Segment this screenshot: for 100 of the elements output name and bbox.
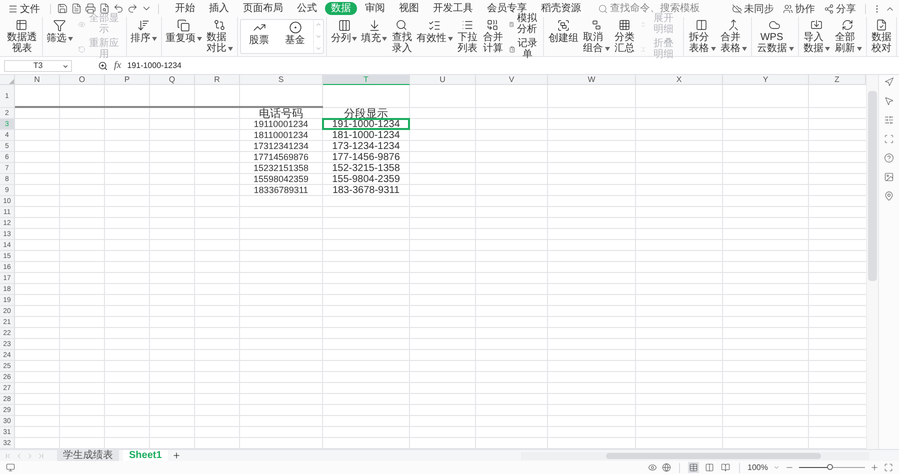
search-field[interactable]: 查找命令、搜索模板	[610, 3, 708, 14]
globe-icon[interactable]	[662, 463, 671, 472]
file-search-icon[interactable]	[99, 3, 110, 14]
toolbar-action[interactable]: 协作	[780, 2, 818, 16]
import-icon[interactable]	[810, 19, 823, 31]
ribbon-button[interactable]: 合并计算	[480, 18, 506, 55]
ribbon-button[interactable]: 填充	[359, 18, 390, 55]
fullscreen-icon[interactable]	[884, 463, 893, 472]
help-icon[interactable]	[884, 153, 894, 163]
merge-icon[interactable]	[726, 19, 740, 31]
toolbar-action[interactable]: 分享	[821, 2, 859, 16]
clipboard-icon[interactable]	[508, 44, 516, 54]
formula-field[interactable]: 191-1000-1234	[127, 60, 895, 72]
column-header[interactable]: Z	[809, 75, 866, 85]
ribbon-button[interactable]: 导入数据	[800, 18, 832, 55]
ribbon-button[interactable]: 拆分表格	[686, 18, 718, 55]
cloud-icon[interactable]	[732, 4, 742, 14]
ribbon-small-button[interactable]: 模拟分析	[508, 13, 538, 35]
vertical-scrollbar[interactable]	[866, 75, 878, 449]
ribbon-button[interactable]: 合并表格	[718, 18, 749, 55]
menu-icon[interactable]	[8, 4, 18, 14]
combine-icon[interactable]	[486, 19, 500, 31]
ribbon-button[interactable]: 重复项	[164, 18, 204, 55]
refresh-icon[interactable]	[841, 19, 854, 31]
funnel-icon[interactable]	[53, 19, 66, 32]
ungroup-icon[interactable]	[590, 19, 603, 31]
share-icon[interactable]	[824, 4, 834, 14]
cloud-icon[interactable]	[768, 19, 782, 31]
toolbar-action[interactable]: 未同步	[729, 2, 777, 16]
undo-icon[interactable]	[113, 3, 124, 14]
column-header[interactable]: S	[240, 75, 323, 85]
eye-icon[interactable]	[648, 463, 657, 472]
zoom-icon[interactable]	[98, 60, 108, 70]
copy-icon[interactable]	[177, 19, 190, 32]
ribbon-button[interactable]: 基金	[277, 20, 314, 53]
ribbon-button[interactable]: 数据透视表	[4, 18, 40, 55]
ribbon-small-button[interactable]: 记录单	[508, 38, 538, 60]
scrollbar-thumb[interactable]	[606, 452, 821, 458]
monitor-icon[interactable]	[6, 463, 15, 472]
column-header[interactable]: O	[60, 75, 105, 85]
column-header[interactable]: W	[548, 75, 636, 85]
table-icon[interactable]	[15, 19, 28, 31]
map-pin-icon[interactable]	[884, 191, 894, 201]
redo-icon[interactable]	[127, 3, 138, 14]
ribbon-button[interactable]: 分列	[329, 18, 360, 55]
ribbon-tab[interactable]: 审阅	[359, 2, 391, 15]
ribbon-button[interactable]: 创建组	[546, 18, 580, 55]
ribbon-button[interactable]: 筛选	[44, 18, 74, 55]
zoom-level[interactable]: 100%	[748, 463, 768, 472]
ribbon-button[interactable]: 取消组合	[580, 18, 612, 55]
ribbon-button[interactable]: 排序	[128, 18, 159, 55]
column-header[interactable]: R	[195, 75, 240, 85]
compare-icon[interactable]	[212, 19, 226, 31]
column-header[interactable]: P	[105, 75, 150, 85]
file-check-icon[interactable]	[874, 19, 888, 31]
column-header[interactable]: X	[636, 75, 723, 85]
down-arrow-icon[interactable]	[368, 19, 381, 32]
ribbon-button[interactable]: 股票	[241, 20, 278, 53]
ribbon-tab[interactable]: 视图	[393, 2, 425, 15]
sliders-icon[interactable]	[884, 115, 894, 125]
column-header[interactable]: U	[410, 75, 476, 85]
ribbon-button[interactable]: 有效性	[414, 18, 455, 55]
ribbon-button[interactable]: 下拉列表	[454, 18, 480, 55]
add-icon[interactable]	[172, 451, 181, 460]
ribbon-button[interactable]: 数据对比	[204, 18, 236, 55]
ribbon-tab[interactable]: 插入	[203, 2, 235, 15]
slider-thumb[interactable]	[827, 464, 834, 470]
save-icon[interactable]	[57, 3, 68, 14]
sheet-tab[interactable]: 学生成绩表	[57, 450, 119, 461]
checklist-icon[interactable]	[428, 19, 442, 32]
function-label[interactable]: fx	[114, 60, 122, 71]
ribbon-button[interactable]: 数据校对	[868, 18, 894, 55]
scan-icon[interactable]	[884, 134, 894, 144]
document-icon[interactable]	[71, 3, 82, 14]
caret-icon[interactable]	[773, 464, 780, 471]
group-icon[interactable]	[556, 19, 570, 32]
column-header[interactable]: Y	[723, 75, 809, 85]
column-header[interactable]: Q	[150, 75, 195, 85]
name-box[interactable]: T3	[4, 60, 72, 72]
image-icon[interactable]	[884, 172, 894, 182]
ribbon-button[interactable]: 分类汇总	[612, 18, 638, 55]
file-menu[interactable]: 文件	[4, 1, 44, 16]
sort-icon[interactable]	[137, 19, 150, 32]
columns-icon[interactable]	[338, 19, 351, 32]
pointer-icon[interactable]	[884, 96, 894, 106]
search-icon[interactable]	[395, 19, 408, 31]
grid-icon[interactable]	[618, 19, 632, 31]
column-header[interactable]: N	[15, 75, 60, 85]
navigation-icon[interactable]	[884, 77, 894, 87]
ribbon-tab[interactable]: 页面布局	[237, 2, 289, 15]
circle-dot-icon[interactable]	[288, 21, 302, 34]
users-icon[interactable]	[783, 4, 793, 14]
column-header[interactable]: V	[476, 75, 548, 85]
ribbon-tab[interactable]: 公式	[291, 2, 323, 15]
ribbon-button[interactable]: 查找录入	[389, 18, 415, 55]
scrollbar-thumb[interactable]	[868, 91, 877, 281]
split-icon[interactable]	[695, 19, 708, 31]
ribbon-tab[interactable]: 开始	[169, 2, 201, 15]
calculator-icon[interactable]	[508, 20, 514, 28]
print-icon[interactable]	[85, 3, 96, 14]
